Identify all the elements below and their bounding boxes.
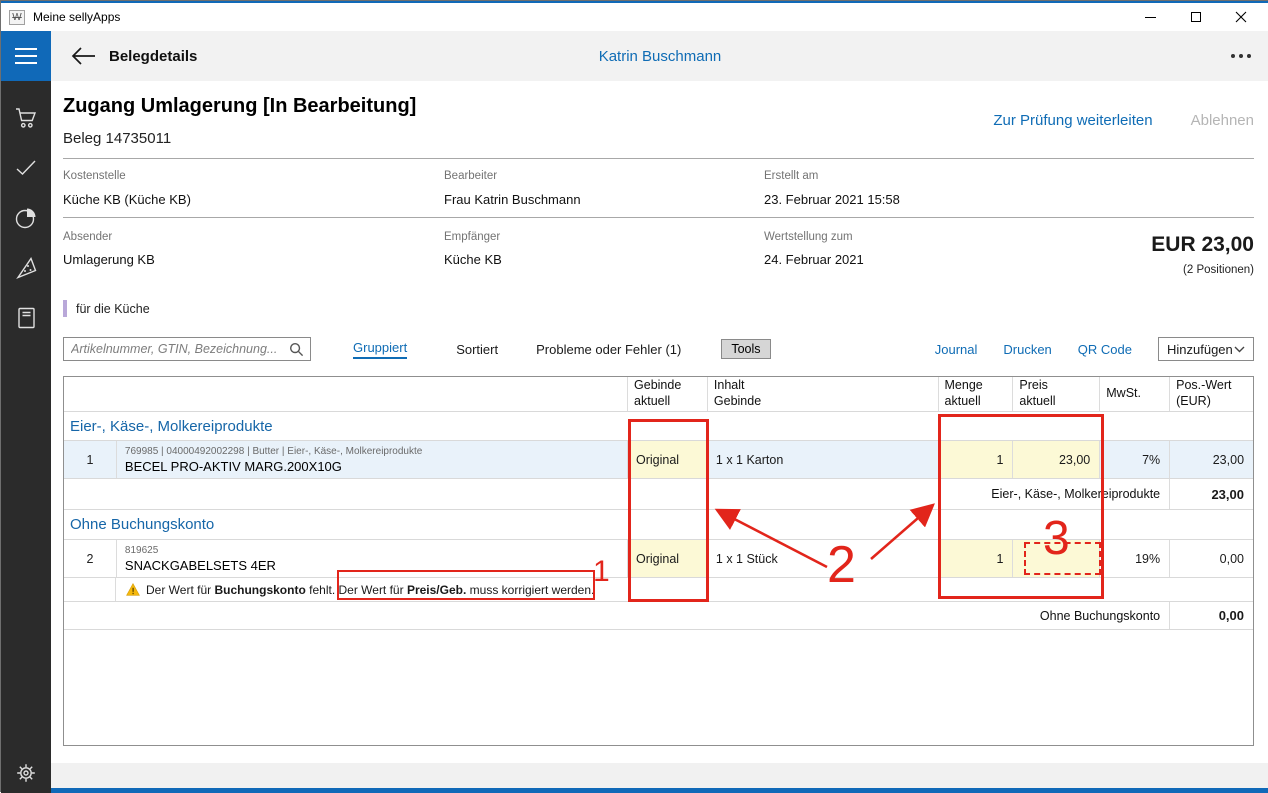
empfaenger-value: Küche KB	[444, 252, 502, 267]
subtotal-value: 23,00	[1169, 479, 1253, 509]
divider	[63, 158, 1254, 159]
document-title: Zugang Umlagerung [In Bearbeitung]	[63, 95, 416, 118]
mwst-cell: 7%	[1099, 441, 1169, 478]
menge-cell[interactable]: 1	[938, 540, 1013, 577]
table-row[interactable]: 2 819625 SNACKGABELSETS 4ER Original 1 x…	[64, 540, 1253, 578]
group-header[interactable]: Eier-, Käse-, Molkereiprodukte	[64, 412, 1253, 441]
search-box	[63, 337, 311, 361]
wertstellung-label: Wertstellung zum	[764, 231, 853, 243]
gebinde-cell[interactable]: Original	[627, 441, 707, 478]
footer-bar	[51, 763, 1268, 789]
pos-wert-cell: 23,00	[1169, 441, 1253, 478]
warning-icon	[126, 583, 140, 596]
menu-icon[interactable]	[1, 31, 51, 81]
inhalt-cell: 1 x 1 Karton	[707, 441, 938, 478]
col-header-mwst[interactable]: MwSt.	[1099, 377, 1169, 411]
erstellt-am-label: Erstellt am	[764, 170, 818, 182]
preis-cell[interactable]	[1012, 540, 1099, 577]
subtotal-label: Eier-, Käse-, Molkereiprodukte	[64, 487, 1169, 501]
absender-label: Absender	[63, 231, 112, 243]
pos-wert-cell: 0,00	[1169, 540, 1253, 577]
inhalt-cell: 1 x 1 Stück	[707, 540, 938, 577]
positions-count: (2 Positionen)	[1183, 264, 1254, 276]
hinzufuegen-label: Hinzufügen	[1167, 342, 1233, 357]
group-subtotal-row: Ohne Buchungskonto 0,00	[64, 602, 1253, 630]
gebinde-cell[interactable]: Original	[627, 540, 707, 577]
col-header-inhalt[interactable]: Inhalt Gebinde	[707, 377, 938, 411]
main-content: Zugang Umlagerung [In Bearbeitung] Beleg…	[51, 81, 1268, 763]
article-name: BECEL PRO-AKTIV MARG.200X10G	[125, 459, 342, 474]
col-header-gebinde[interactable]: Gebinde aktuell	[627, 377, 707, 411]
check-icon[interactable]	[14, 156, 38, 180]
maximize-button[interactable]	[1173, 3, 1218, 31]
table-header-row: Gebinde aktuell Inhalt Gebinde Menge akt…	[64, 377, 1253, 412]
bearbeiter-label: Bearbeiter	[444, 170, 497, 182]
pie-chart-icon[interactable]	[14, 206, 38, 230]
positions-table: Gebinde aktuell Inhalt Gebinde Menge akt…	[63, 376, 1254, 746]
col-header-preis[interactable]: Preis aktuell	[1012, 377, 1099, 411]
settings-gear-icon[interactable]	[1, 761, 51, 785]
more-options-icon[interactable]	[1231, 54, 1251, 58]
qr-code-link[interactable]: QR Code	[1078, 342, 1132, 357]
title-bar: W Meine sellyApps	[1, 3, 1268, 31]
drucken-link[interactable]: Drucken	[1003, 342, 1051, 357]
window-title: Meine sellyApps	[33, 10, 120, 24]
preis-cell[interactable]: 23,00	[1012, 441, 1099, 478]
warning-row: Der Wert für Buchungskonto fehlt. Der We…	[64, 578, 1253, 602]
search-input[interactable]	[64, 338, 284, 360]
app-logo-icon: W	[9, 10, 25, 25]
book-icon[interactable]	[14, 306, 38, 330]
maximize-icon	[1191, 12, 1201, 22]
document-number: Beleg 14735011	[63, 130, 171, 147]
article-meta: 769985 | 04000492002298 | Butter | Eier-…	[125, 445, 422, 459]
col-header-wert[interactable]: Pos.-Wert (EUR)	[1169, 377, 1253, 411]
wertstellung-value: 24. Februar 2021	[764, 252, 864, 267]
document-note: für die Küche	[76, 302, 150, 316]
menge-cell[interactable]: 1	[938, 441, 1013, 478]
warning-text: Der Wert für Buchungskonto fehlt. Der We…	[146, 583, 594, 597]
table-row[interactable]: 1 769985 | 04000492002298 | Butter | Eie…	[64, 441, 1253, 479]
search-icon	[289, 342, 304, 357]
window-accent-border	[51, 788, 1268, 793]
cart-icon[interactable]	[14, 106, 38, 130]
hinzufuegen-button[interactable]: Hinzufügen	[1158, 337, 1254, 361]
note-marker	[63, 300, 67, 317]
article-meta: 819625	[125, 544, 158, 558]
chevron-down-icon	[1234, 346, 1245, 353]
total-amount: EUR 23,00	[1151, 233, 1254, 257]
bearbeiter-value: Frau Katrin Buschmann	[444, 192, 581, 207]
pizza-icon[interactable]	[14, 256, 38, 280]
user-name[interactable]: Katrin Buschmann	[51, 48, 1268, 65]
minimize-button[interactable]	[1128, 3, 1173, 31]
list-toolbar: Gruppiert Sortiert Probleme oder Fehler …	[63, 337, 1254, 361]
group-subtotal-row: Eier-, Käse-, Molkereiprodukte 23,00	[64, 479, 1253, 510]
mwst-cell: 19%	[1099, 540, 1169, 577]
absender-value: Umlagerung KB	[63, 252, 155, 267]
tab-gruppiert[interactable]: Gruppiert	[353, 340, 407, 359]
row-number: 1	[64, 441, 116, 478]
tab-sortiert[interactable]: Sortiert	[456, 342, 498, 357]
empfaenger-label: Empfänger	[444, 231, 500, 243]
close-button[interactable]	[1218, 3, 1263, 31]
kostenstelle-value: Küche KB (Küche KB)	[63, 192, 191, 207]
subtotal-label: Ohne Buchungskonto	[64, 609, 1169, 623]
kostenstelle-label: Kostenstelle	[63, 170, 126, 182]
tab-probleme[interactable]: Probleme oder Fehler (1)	[536, 342, 681, 357]
subtotal-value: 0,00	[1169, 602, 1253, 629]
app-header: Belegdetails Katrin Buschmann	[51, 31, 1268, 81]
tools-button[interactable]: Tools	[721, 339, 770, 359]
row-number: 2	[64, 540, 116, 577]
close-icon	[1235, 11, 1247, 23]
forward-for-review-button[interactable]: Zur Prüfung weiterleiten	[993, 112, 1152, 129]
group-header[interactable]: Ohne Buchungskonto	[64, 510, 1253, 540]
article-name: SNACKGABELSETS 4ER	[125, 558, 276, 573]
reject-button[interactable]: Ablehnen	[1191, 112, 1254, 129]
erstellt-am-value: 23. Februar 2021 15:58	[764, 192, 900, 207]
divider	[63, 217, 1254, 218]
minimize-icon	[1145, 17, 1156, 18]
col-header-menge[interactable]: Menge aktuell	[938, 377, 1013, 411]
journal-link[interactable]: Journal	[935, 342, 978, 357]
sidebar	[1, 31, 51, 793]
